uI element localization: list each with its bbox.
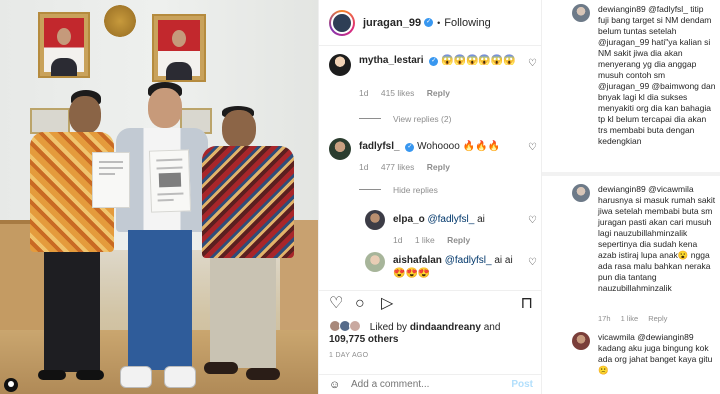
post-date: 1 DAY AGO bbox=[329, 352, 369, 359]
comment-body: mytha_lestari ✓ 😱😱😱😱😱😱 bbox=[359, 54, 521, 67]
thread-reply-button[interactable]: Reply bbox=[648, 314, 667, 323]
emoji-smile-icon[interactable]: ☺ bbox=[329, 379, 340, 391]
comment-thread-panel: dewiangin89 @fadlyfsl_ titip fuji bang t… bbox=[542, 0, 720, 394]
thread-comment-text-block: dewiangin89 @vicawmila harusnya si masuk… bbox=[598, 184, 716, 294]
replier-username[interactable]: elpa_o bbox=[393, 214, 425, 225]
reply-body: aishafalan @fadlyfsl_ ai ai 😍😍😍 bbox=[393, 254, 521, 280]
view-replies-label: View replies (2) bbox=[393, 114, 452, 124]
comment-text: 😱😱😱😱😱😱 bbox=[441, 55, 516, 66]
portrait-frame-right bbox=[152, 14, 206, 82]
like-comment-heart-icon[interactable]: ♡ bbox=[528, 142, 537, 153]
thread-username[interactable]: vicawmila bbox=[598, 332, 635, 342]
reply-button[interactable]: Reply bbox=[447, 235, 470, 245]
liked-by-user[interactable]: dindaandreany bbox=[410, 322, 481, 333]
hide-replies-label: Hide replies bbox=[393, 185, 438, 195]
commenter-username[interactable]: fadlyfsl_ bbox=[359, 141, 400, 152]
comment-time: 1d bbox=[359, 88, 369, 98]
emblem-crest bbox=[100, 4, 140, 38]
comment-bubble-icon[interactable]: ○ bbox=[355, 295, 365, 313]
post-header: juragan_99 ✓ • Following bbox=[319, 0, 543, 46]
reply-meta: 1d 1 like Reply bbox=[393, 235, 480, 245]
commenter-username[interactable]: mytha_lestari bbox=[359, 55, 423, 66]
user-tag-icon[interactable] bbox=[4, 378, 18, 392]
poster-avatar[interactable] bbox=[329, 9, 355, 36]
reply-button[interactable]: Reply bbox=[427, 162, 450, 172]
follow-status-button[interactable]: Following bbox=[444, 17, 490, 29]
document-sheet bbox=[148, 149, 192, 213]
thread-divider bbox=[542, 172, 720, 176]
comment-meta: 1d 415 likes Reply bbox=[359, 88, 460, 98]
reply-text: ai ai bbox=[494, 255, 513, 266]
share-paper-plane-icon[interactable]: ▷ bbox=[381, 295, 393, 313]
like-reply-heart-icon[interactable]: ♡ bbox=[528, 257, 537, 268]
thread-likes[interactable]: 1 like bbox=[621, 314, 639, 323]
liked-by-prefix: Liked by bbox=[369, 322, 408, 333]
reply-body: elpa_o @fadlyfsl_ ai bbox=[393, 213, 521, 226]
like-comment-heart-icon[interactable]: ♡ bbox=[528, 58, 537, 69]
liked-by-and: and bbox=[483, 322, 501, 333]
person-right bbox=[200, 100, 300, 390]
person-middle bbox=[112, 82, 212, 392]
liked-by-count[interactable]: 109,775 others bbox=[329, 334, 399, 345]
comment-input[interactable] bbox=[351, 379, 491, 390]
replier-avatar[interactable] bbox=[365, 252, 385, 272]
thread-username[interactable]: dewiangin89 bbox=[598, 184, 646, 194]
reply-likes[interactable]: 1 like bbox=[415, 235, 435, 245]
comment-likes[interactable]: 415 likes bbox=[381, 88, 415, 98]
comment-meta: 1d 477 likes Reply bbox=[359, 162, 460, 172]
verified-badge-icon: ✓ bbox=[424, 18, 434, 27]
thread-comment-text-block: vicawmila @dewiangin89 kadang aku juga b… bbox=[598, 332, 716, 376]
like-heart-icon[interactable]: ♡ bbox=[329, 295, 343, 313]
reply-mention[interactable]: @fadlyfsl_ bbox=[445, 255, 492, 266]
thread-time: 17h bbox=[598, 314, 611, 323]
poster-username[interactable]: juragan_99 bbox=[363, 17, 421, 29]
replier-avatar[interactable] bbox=[365, 210, 385, 230]
post-actions-bar: ♡ ○ ▷ ⊓ bbox=[319, 290, 543, 318]
thread-comment-text-block: dewiangin89 @fadlyfsl_ titip fuji bang t… bbox=[598, 4, 716, 147]
thread-comment-text: @vicawmila harusnya si masuk rumah sakit… bbox=[598, 184, 716, 293]
verified-badge-icon: ✓ bbox=[405, 143, 415, 152]
thread-avatar[interactable] bbox=[572, 332, 590, 350]
reply-mention[interactable]: @fadlyfsl_ bbox=[427, 214, 474, 225]
reply-emoji-line: 😍😍😍 bbox=[393, 268, 431, 279]
thread-username[interactable]: dewiangin89 bbox=[598, 4, 646, 14]
thread-meta: 17h 1 like Reply bbox=[598, 314, 675, 323]
post-photo[interactable] bbox=[0, 0, 318, 394]
instagram-post-panel: juragan_99 ✓ • Following mytha_lestari ✓… bbox=[318, 0, 543, 394]
verified-badge-icon: ✓ bbox=[429, 57, 439, 66]
view-replies-toggle[interactable]: View replies (2) bbox=[359, 114, 451, 124]
liked-by-summary: Liked by dindaandreany and 109,775 other… bbox=[329, 320, 539, 346]
comment-text: Wohoooo 🔥🔥🔥 bbox=[417, 141, 500, 152]
portrait-frame-left bbox=[38, 12, 90, 78]
thread-avatar[interactable] bbox=[572, 184, 590, 202]
commenter-avatar[interactable] bbox=[329, 138, 351, 160]
save-bookmark-icon[interactable]: ⊓ bbox=[521, 295, 533, 313]
add-comment-bar: ☺ Post bbox=[319, 374, 543, 394]
reply-text: ai bbox=[477, 214, 485, 225]
document-sheet bbox=[92, 152, 130, 208]
comment-time: 1d bbox=[359, 162, 369, 172]
liker-avatars[interactable] bbox=[329, 320, 363, 332]
post-comment-button[interactable]: Post bbox=[511, 379, 533, 390]
reply-time: 1d bbox=[393, 235, 403, 245]
thread-avatar[interactable] bbox=[572, 4, 590, 22]
comment-body: fadlyfsl_ ✓ Wohoooo 🔥🔥🔥 bbox=[359, 140, 521, 153]
person-left bbox=[24, 90, 114, 390]
like-reply-heart-icon[interactable]: ♡ bbox=[528, 215, 537, 226]
commenter-avatar[interactable] bbox=[329, 54, 351, 76]
header-separator: • bbox=[437, 17, 441, 28]
comment-likes[interactable]: 477 likes bbox=[381, 162, 415, 172]
replier-username[interactable]: aishafalan bbox=[393, 255, 442, 266]
thread-comment-text: @fadlyfsl_ titip fuji bang target si NM … bbox=[598, 4, 716, 146]
reply-button[interactable]: Reply bbox=[427, 88, 450, 98]
hide-replies-toggle[interactable]: Hide replies bbox=[359, 185, 438, 195]
